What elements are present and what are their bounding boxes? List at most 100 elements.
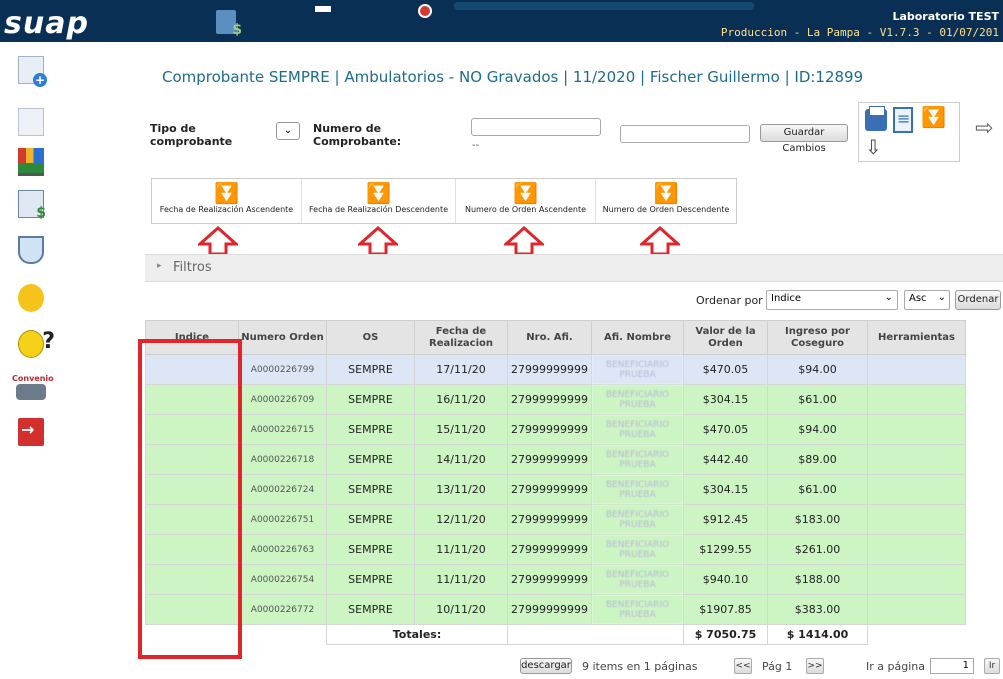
download-button[interactable]: descargar — [520, 658, 572, 674]
filtros-panel-header[interactable]: ▸ Filtros — [145, 254, 1003, 282]
invoice-icon[interactable] — [18, 190, 46, 221]
cell-herramientas[interactable] — [867, 504, 966, 535]
save-button[interactable]: Guardar Cambios — [760, 124, 848, 154]
convenio-label: Convenio — [12, 374, 54, 383]
cell-os: SEMPRE — [326, 414, 415, 445]
prev-page-button[interactable]: << — [734, 658, 752, 674]
help-icon[interactable] — [18, 329, 55, 358]
table-row[interactable]: A0000226799 SEMPRE 17/11/20 27999999999 BENE… — [145, 354, 966, 385]
ordenar-button[interactable]: Ordenar — [955, 290, 1001, 310]
cell-os: SEMPRE — [326, 474, 415, 505]
cell-fecha: 15/11/20 — [414, 414, 508, 445]
cell-os: SEMPRE — [326, 444, 415, 475]
download-arrow-icon[interactable]: ⇩ — [865, 135, 882, 159]
cell-afi-nombre: BENEFICIARIO PRUEBA — [591, 354, 684, 385]
header-coseguro[interactable]: Ingreso por Coseguro — [767, 320, 868, 355]
sort-fecha-asc-button[interactable]: ⏬ Fecha de Realización Ascendente — [152, 179, 302, 223]
cell-coseguro: $61.00 — [767, 474, 868, 505]
cell-valor: $304.15 — [683, 474, 768, 505]
sidebar: Convenio — [0, 44, 60, 464]
ordenar-direction-select[interactable]: Asc ⌄ — [904, 290, 950, 310]
totals-row: Totales: $ 7050.75 $ 1414.00 — [145, 624, 966, 645]
ordenar-field-select[interactable]: Indice ⌄ — [766, 290, 898, 310]
next-arrow-icon[interactable]: ⇨ — [975, 116, 993, 141]
cell-coseguro: $94.00 — [767, 354, 868, 385]
table-row[interactable]: A0000226763 SEMPRE 11/11/20 27999999999 BENE… — [145, 534, 966, 565]
cell-afi-nombre: BENEFICIARIO PRUEBA — [591, 444, 684, 475]
cell-fecha: 11/11/20 — [414, 534, 508, 565]
header-os[interactable]: OS — [326, 320, 415, 355]
list-icon[interactable] — [893, 107, 913, 133]
filtros-label: Filtros — [173, 260, 212, 275]
cell-fecha: 17/11/20 — [414, 354, 508, 385]
exit-icon[interactable] — [18, 418, 44, 446]
header-numero-orden[interactable]: Numero Orden — [238, 320, 327, 355]
table-row[interactable]: A0000226754 SEMPRE 11/11/20 27999999999 BENE… — [145, 564, 966, 595]
header-afi-nombre[interactable]: Afi. Nombre — [591, 320, 684, 355]
cell-valor: $442.40 — [683, 444, 768, 475]
chevron-right-icon: ▸ — [157, 261, 162, 271]
lab-flask-icon[interactable] — [18, 236, 44, 264]
chart-icon[interactable] — [18, 148, 44, 176]
cell-nro-afi: 27999999999 — [507, 534, 592, 565]
table-row[interactable]: A0000226718 SEMPRE 14/11/20 27999999999 BENE… — [145, 444, 966, 475]
cell-fecha: 14/11/20 — [414, 444, 508, 475]
printer-icon[interactable] — [865, 106, 887, 131]
table-row[interactable]: A0000226751 SEMPRE 12/11/20 27999999999 BENE… — [145, 504, 966, 535]
tipo-comprobante-select[interactable]: ⌄ — [276, 122, 300, 140]
chat-icon[interactable] — [18, 284, 44, 312]
cell-herramientas[interactable] — [867, 534, 966, 565]
cell-os: SEMPRE — [326, 504, 415, 535]
header-fecha[interactable]: Fecha de Realizacion — [414, 320, 508, 355]
header-herramientas[interactable]: Herramientas — [867, 320, 966, 355]
cell-coseguro: $61.00 — [767, 384, 868, 415]
next-page-button[interactable]: >> — [806, 658, 824, 674]
cell-afi-nombre: BENEFICIARIO PRUEBA — [591, 534, 684, 565]
new-document-icon[interactable] — [18, 56, 47, 87]
sort-label: Numero de Orden Ascendente — [464, 205, 587, 214]
alert-icon[interactable] — [418, 4, 432, 18]
goto-page-input[interactable]: 1 — [930, 658, 974, 674]
sort-orden-desc-button[interactable]: ⏬ Numero de Orden Descendente — [596, 179, 736, 223]
cell-herramientas[interactable] — [867, 414, 966, 445]
cell-herramientas[interactable] — [867, 354, 966, 385]
document-icon[interactable] — [18, 108, 44, 136]
handshake-icon — [16, 384, 46, 400]
cell-nro-afi: 27999999999 — [507, 444, 592, 475]
billing-document-icon[interactable] — [216, 10, 242, 38]
cell-fecha: 10/11/20 — [414, 594, 508, 625]
cell-numero-orden: A0000226754 — [238, 564, 327, 595]
cell-afi-nombre: BENEFICIARIO PRUEBA — [591, 504, 684, 535]
table-row[interactable]: A0000226709 SEMPRE 16/11/20 27999999999 BENE… — [145, 384, 966, 415]
header-nro-afi[interactable]: Nro. Afi. — [507, 320, 592, 355]
table-row[interactable]: A0000226715 SEMPRE 15/11/20 27999999999 BENE… — [145, 414, 966, 445]
filter-icon[interactable]: ⏬ — [921, 105, 946, 129]
numero-comprobante-input[interactable] — [471, 118, 601, 136]
sort-label: Numero de Orden Descendente — [602, 205, 730, 214]
sort-orden-asc-button[interactable]: ⏬ Numero de Orden Ascendente — [456, 179, 596, 223]
cell-numero-orden: A0000226751 — [238, 504, 327, 535]
cell-nro-afi: 27999999999 — [507, 564, 592, 595]
cell-fecha: 16/11/20 — [414, 384, 508, 415]
ordenar-label: Ordenar por — [696, 294, 763, 307]
suap-logo[interactable]: suap — [4, 6, 89, 41]
cell-herramientas[interactable] — [867, 384, 966, 415]
secondary-input[interactable] — [620, 125, 750, 143]
cell-herramientas[interactable] — [867, 594, 966, 625]
cell-herramientas[interactable] — [867, 444, 966, 475]
convenio-icon[interactable]: Convenio — [12, 374, 54, 402]
total-coseguro: $ 1414.00 — [767, 624, 868, 645]
sort-label: Fecha de Realización Ascendente — [159, 205, 294, 214]
chevron-down-icon: ⌄ — [884, 292, 893, 303]
cell-numero-orden: A0000226799 — [238, 354, 327, 385]
cell-herramientas[interactable] — [867, 474, 966, 505]
table-row[interactable]: A0000226772 SEMPRE 10/11/20 27999999999 BENE… — [145, 594, 966, 625]
cell-afi-nombre: BENEFICIARIO PRUEBA — [591, 414, 684, 445]
cell-os: SEMPRE — [326, 534, 415, 565]
sort-fecha-desc-button[interactable]: ⏬ Fecha de Realización Descendente — [302, 179, 456, 223]
table-row[interactable]: A0000226724 SEMPRE 13/11/20 27999999999 BENE… — [145, 474, 966, 505]
red-up-arrow-annotation — [638, 225, 682, 256]
cell-herramientas[interactable] — [867, 564, 966, 595]
goto-button[interactable]: Ir — [984, 658, 1000, 674]
header-valor[interactable]: Valor de la Orden — [683, 320, 768, 355]
